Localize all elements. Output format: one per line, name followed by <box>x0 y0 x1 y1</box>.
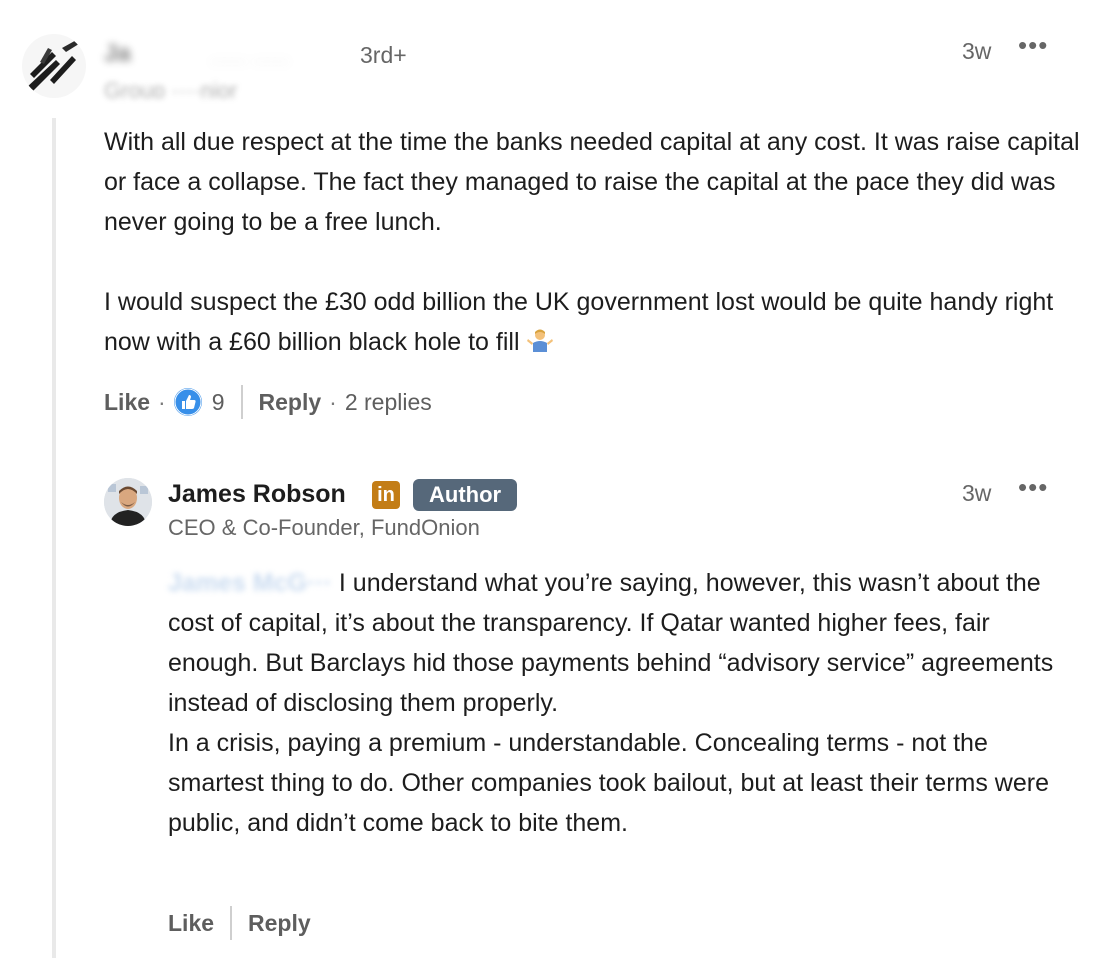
commenter-avatar[interactable] <box>22 34 86 98</box>
reply-body: James McG··· I understand what you’re sa… <box>168 563 1068 843</box>
dot-separator: · <box>329 388 337 415</box>
comment-body: With all due respect at the time the ban… <box>104 122 1084 362</box>
author-badge: Author <box>413 479 518 511</box>
comment-paragraph-text: I would suspect the £30 odd billion the … <box>104 288 1054 356</box>
reply-timestamp: 3w <box>962 480 992 506</box>
commenter-headline: Group ····nior <box>104 78 238 98</box>
thread-line <box>52 118 56 958</box>
divider <box>240 385 243 419</box>
reply-author-avatar[interactable] <box>104 478 152 526</box>
comment-paragraph: With all due respect at the time the ban… <box>104 128 1080 236</box>
commenter-name[interactable]: Ja <box>104 40 131 68</box>
comment-more-options-icon[interactable]: ••• <box>1018 30 1048 61</box>
comment-paragraph: I would suspect the £30 odd billion the … <box>104 282 1084 362</box>
thumbs-up-icon[interactable] <box>173 388 202 416</box>
comment-actions: Like · 9 Reply · 2 replies <box>104 384 432 420</box>
comment-timestamp: 3w <box>962 38 992 64</box>
like-button[interactable]: Like <box>104 389 150 416</box>
reply-author-headline: CEO & Co-Founder, FundOnion <box>168 515 480 540</box>
replies-count-link[interactable]: 2 replies <box>345 389 432 416</box>
reply-button[interactable]: Reply <box>248 910 311 937</box>
reply-more-options-icon[interactable]: ••• <box>1018 472 1048 503</box>
comment-thread: Ja ····· ····· 3rd+ Group ····nior 3w ••… <box>0 0 1110 958</box>
reply-paragraph: In a crisis, paying a premium - understa… <box>168 729 1049 837</box>
like-button[interactable]: Like <box>168 910 214 937</box>
reply-actions: Like Reply <box>168 905 311 941</box>
linkedin-premium-icon: in <box>372 481 400 509</box>
dot-separator: · <box>158 388 166 415</box>
mention-link[interactable]: James McG··· <box>168 563 332 603</box>
reply-paragraph: James McG··· I understand what you’re sa… <box>168 563 1068 723</box>
reaction-count[interactable]: 9 <box>212 389 225 416</box>
reply-button[interactable]: Reply <box>259 389 322 416</box>
divider <box>230 906 233 940</box>
person-shrugging-emoji <box>526 326 554 354</box>
connection-degree: 3rd+ <box>360 42 407 68</box>
reply-author-name[interactable]: James Robson <box>168 480 346 509</box>
commenter-name-redacted: ····· ····· <box>210 48 290 73</box>
